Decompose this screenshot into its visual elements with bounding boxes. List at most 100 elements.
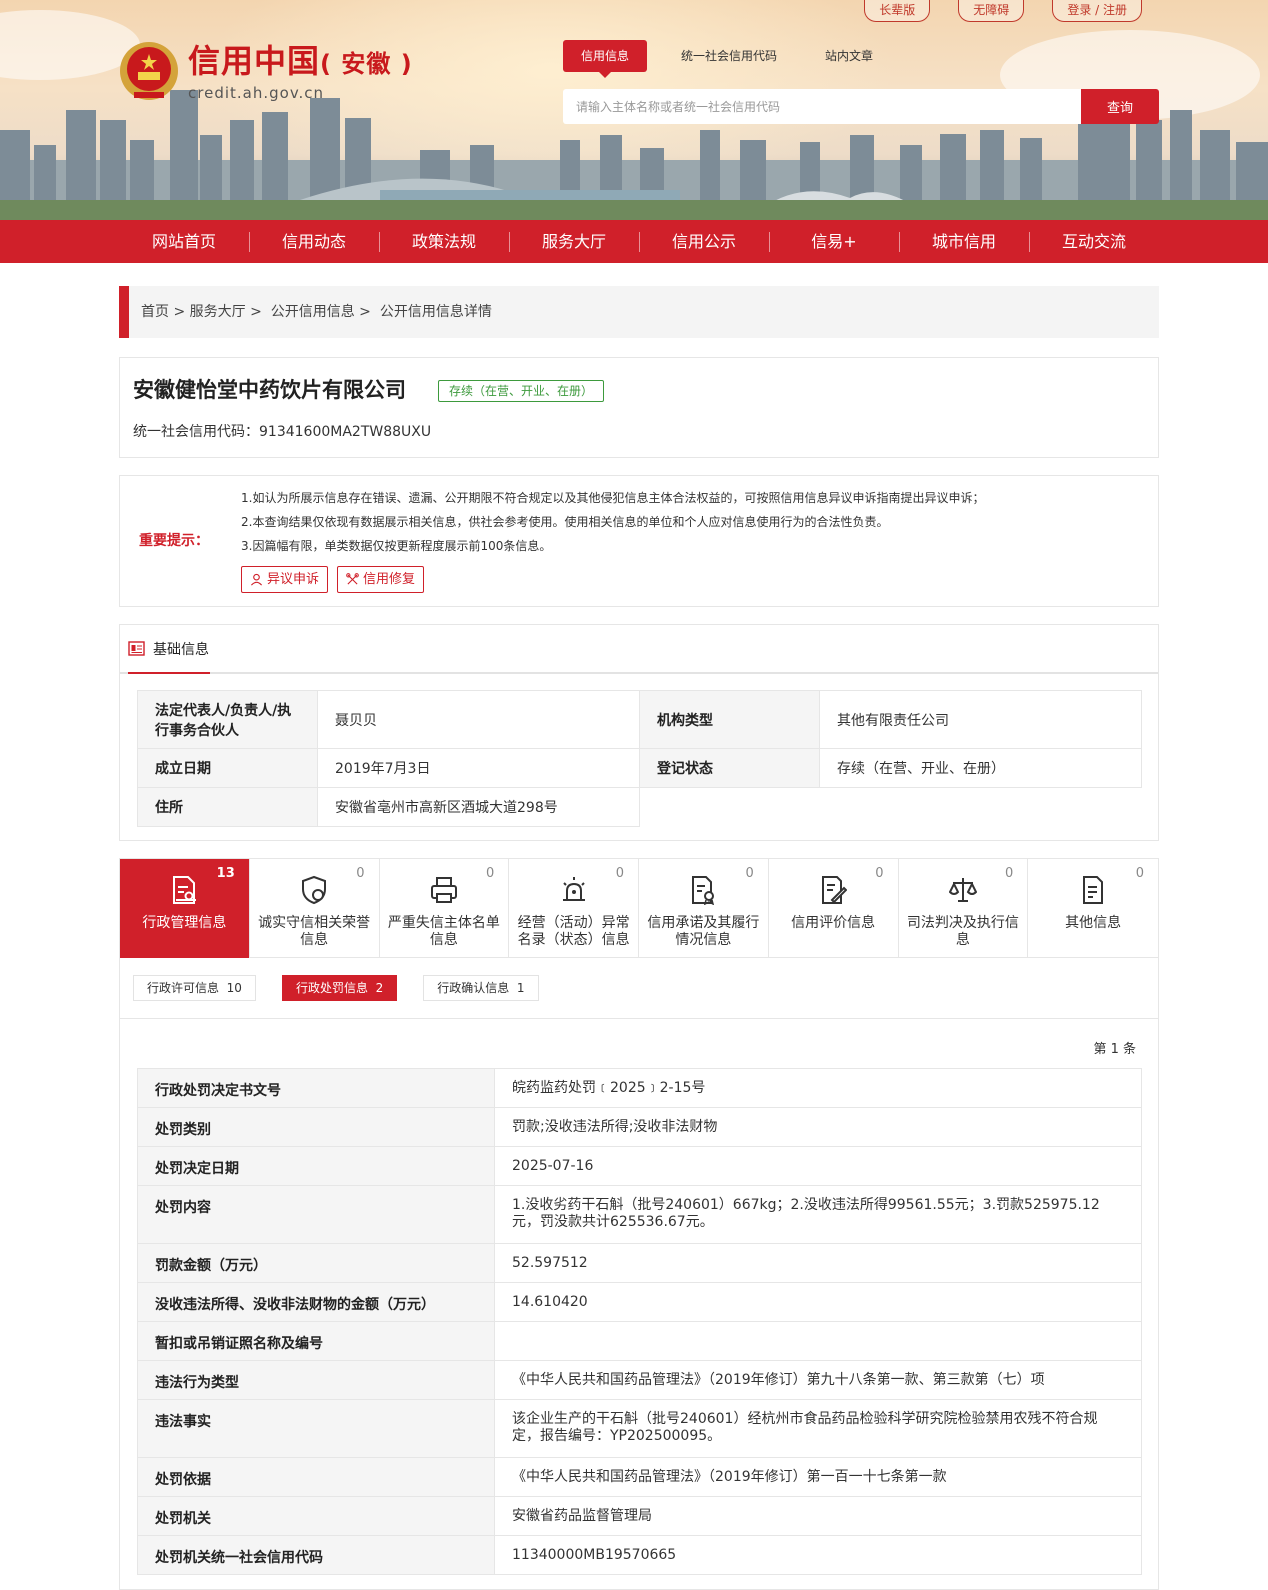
field-label: 登记状态	[639, 748, 820, 788]
field-value: 1.没收劣药干石斛（批号240601）667kg；2.没收违法所得99561.5…	[494, 1185, 1142, 1244]
field-value: 该企业生产的干石斛（批号240601）经杭州市食品药品检验科学研究院检验禁用农残…	[494, 1399, 1142, 1458]
category-honor-info[interactable]: 0 诚实守信相关荣誉信息	[250, 859, 380, 959]
important-notice: 重要提示： 1.如认为所展示信息存在错误、遗漏、公开期限不符合规定以及其他侵犯信…	[119, 475, 1159, 607]
category-count: 13	[216, 866, 235, 881]
person-icon	[250, 573, 263, 586]
logo-title: 信用中国( 安徽 )	[188, 41, 413, 80]
category-count: 0	[1135, 866, 1144, 881]
field-value: 安徽省亳州市高新区酒城大道298号	[317, 787, 640, 827]
wrench-icon	[346, 573, 359, 585]
notice-line: 3.因篇幅有限，单类数据仅按更新程度展示前100条信息。	[241, 539, 552, 553]
category-count: 0	[615, 866, 624, 881]
field-value: 聂贝贝	[317, 690, 640, 749]
field-label: 没收违法所得、没收非法财物的金额（万元）	[137, 1282, 495, 1322]
nav-service-hall[interactable]: 服务大厅	[509, 220, 639, 263]
category-other-info[interactable]: 0 其他信息	[1028, 859, 1158, 959]
field-value: 2019年7月3日	[317, 748, 640, 788]
field-label: 处罚依据	[137, 1457, 495, 1497]
nav-interaction[interactable]: 互动交流	[1029, 220, 1159, 263]
field-value: 11340000MB19570665	[494, 1535, 1142, 1575]
field-label: 住所	[137, 787, 318, 827]
elder-version-link[interactable]: 长辈版	[864, 0, 931, 22]
category-count: 0	[356, 866, 365, 881]
field-label: 暂扣或吊销证照名称及编号	[137, 1321, 495, 1361]
category-credit-evaluation[interactable]: 0 信用评价信息	[769, 859, 899, 959]
search-tabs: 信用信息 统一社会信用代码 站内文章	[563, 40, 907, 78]
field-label: 机构类型	[639, 690, 820, 749]
field-value: 《中华人民共和国药品管理法》（2019年修订）第九十八条第一款、第三款第（七）项	[494, 1360, 1142, 1400]
field-value: 罚款;没收违法所得;没收非法财物	[494, 1107, 1142, 1147]
sub-tabs: 行政许可信息 10 行政处罚信息 2 行政确认信息 1	[133, 975, 539, 1001]
logo-url: credit.ah.gov.cn	[188, 83, 325, 102]
nav-xinyi-plus[interactable]: 信易+	[769, 220, 899, 263]
tab-site-articles[interactable]: 站内文章	[811, 40, 887, 72]
field-label: 处罚决定日期	[137, 1146, 495, 1186]
promise-doc-icon	[692, 876, 715, 905]
category-tabs: 13 行政管理信息 0 诚实守信相关荣誉信息 0 严重失信主体名单信息 0 经营…	[119, 858, 1159, 959]
tab-credit-info[interactable]: 信用信息	[563, 40, 648, 78]
nav-policies[interactable]: 政策法规	[379, 220, 509, 263]
search-input[interactable]	[563, 89, 1081, 124]
basic-info-tab: 基础信息	[128, 625, 210, 674]
national-emblem-icon	[120, 42, 178, 100]
credit-repair-button[interactable]: 信用修复	[337, 566, 425, 593]
category-count: 0	[485, 866, 495, 881]
basic-info-table: 法定代表人/负责人/执行事务合伙人 聂贝贝 机构类型 其他有限责任公司 成立日期…	[137, 690, 1142, 827]
basic-info-section: 基础信息 法定代表人/负责人/执行事务合伙人 聂贝贝 机构类型 其他有限责任公司…	[119, 624, 1159, 841]
field-value: 其他有限责任公司	[819, 690, 1142, 749]
company-header-card: 安徽健怡堂中药饮片有限公司 存续（在营、开业、在册） 统一社会信用代码：9134…	[119, 357, 1159, 458]
nav-credit-news[interactable]: 信用动态	[249, 220, 379, 263]
tab-credit-code[interactable]: 统一社会信用代码	[667, 40, 791, 72]
subtab-admin-license[interactable]: 行政许可信息 10	[133, 975, 256, 1001]
nav-city-credit[interactable]: 城市信用	[899, 220, 1029, 263]
site-logo[interactable]: 信用中国( 安徽 ) credit.ah.gov.cn	[118, 40, 413, 102]
field-value	[494, 1321, 1142, 1361]
field-label: 处罚机关	[137, 1496, 495, 1536]
field-value: 存续（在营、开业、在册）	[819, 748, 1142, 788]
category-count: 0	[1004, 866, 1014, 881]
category-credit-promise[interactable]: 0 信用承诺及其履行情况信息	[639, 859, 769, 959]
accessibility-link[interactable]: 无障碍	[958, 0, 1025, 22]
divider	[120, 1018, 1158, 1019]
subtab-admin-penalty[interactable]: 行政处罚信息 2	[281, 975, 398, 1001]
field-label: 罚款金额（万元）	[137, 1243, 495, 1283]
nav-credit-publicity[interactable]: 信用公示	[639, 220, 769, 263]
field-value: 《中华人民共和国药品管理法》（2019年修订）第一百一十七条第一款	[494, 1457, 1142, 1497]
breadcrumb-public-credit[interactable]: 公开信用信息	[271, 304, 355, 320]
penalty-detail-table: 行政处罚决定书文号 皖药监药处罚﹝2025﹞2-15号 处罚类别 罚款;没收违法所得…	[137, 1068, 1142, 1575]
main-nav: 网站首页 信用动态 政策法规 服务大厅 信用公示 信易+ 城市信用 互动交流	[0, 220, 1268, 263]
search-button[interactable]: 查询	[1081, 89, 1159, 124]
notice-line: 1.如认为所展示信息存在错误、遗漏、公开期限不符合规定以及其他侵犯信息主体合法权…	[241, 491, 985, 505]
breadcrumb-home[interactable]: 首页	[141, 304, 169, 320]
blacklist-printer-icon	[430, 877, 457, 903]
category-count: 0	[875, 866, 884, 881]
category-judicial-info[interactable]: 0 司法判决及执行信息	[899, 859, 1029, 959]
subtab-admin-confirmation[interactable]: 行政确认信息 1	[423, 975, 539, 1001]
penalty-records-panel: 行政许可信息 10 行政处罚信息 2 行政确认信息 1 第 1 条 行政处罚决定…	[119, 958, 1159, 1590]
notice-label: 重要提示：	[139, 533, 209, 549]
category-blacklist-info[interactable]: 0 严重失信主体名单信息	[380, 859, 510, 959]
category-count: 0	[745, 866, 754, 881]
other-doc-icon	[1083, 876, 1104, 904]
login-register-link[interactable]: 登录 / 注册	[1052, 0, 1142, 22]
field-label: 处罚内容	[137, 1185, 495, 1244]
field-label: 处罚类别	[137, 1107, 495, 1147]
objection-appeal-button[interactable]: 异议申诉	[241, 566, 329, 593]
category-abnormal-operation[interactable]: 0 经营（活动）异常名录（状态）信息	[509, 859, 639, 959]
category-admin-info[interactable]: 13 行政管理信息	[120, 859, 250, 959]
field-label: 违法事实	[137, 1399, 495, 1458]
breadcrumb: 首页 > 服务大厅 > 公开信用信息 > 公开信用信息详情	[119, 286, 1159, 338]
field-value: 52.597512	[494, 1243, 1142, 1283]
alarm-light-icon	[562, 877, 585, 901]
empty-cell	[639, 787, 1142, 827]
nav-home[interactable]: 网站首页	[119, 220, 249, 263]
status-badge: 存续（在营、开业、在册）	[438, 380, 605, 402]
field-label: 违法行为类型	[137, 1360, 495, 1400]
honor-shield-icon	[302, 875, 327, 905]
breadcrumb-service-hall[interactable]: 服务大厅	[190, 304, 246, 320]
field-value: 2025-07-16	[494, 1146, 1142, 1186]
credit-code: 统一社会信用代码：91341600MA2TW88UXU	[133, 424, 432, 440]
breadcrumb-current: 公开信用信息详情	[379, 304, 492, 320]
field-label: 法定代表人/负责人/执行事务合伙人	[137, 690, 318, 749]
top-links: 长辈版 无障碍 登录 / 注册	[864, 0, 1142, 22]
